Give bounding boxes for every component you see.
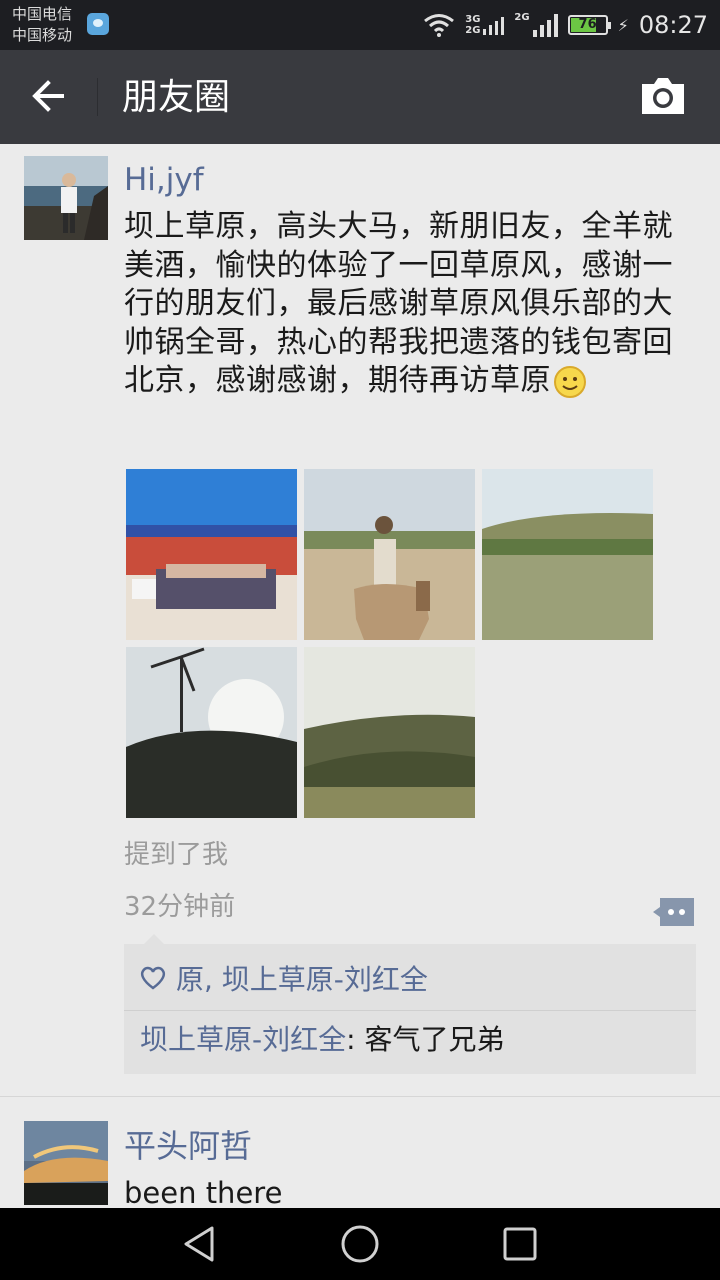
title-divider — [97, 78, 98, 116]
photo-1[interactable] — [126, 469, 297, 640]
circle-home-icon — [341, 1225, 379, 1263]
likes-row: 原, 坝上草原-刘红全 — [140, 958, 428, 998]
camera-button[interactable] — [638, 74, 688, 118]
status-indicators: 3G 2G 2G 76 ⚡ 08:27 — [423, 0, 708, 50]
status-bar: 中国电信 中国移动 3G 2G 2G 76 ⚡ 08:27 — [0, 0, 720, 50]
likes-names[interactable]: 原, 坝上草原-刘红全 — [176, 958, 428, 998]
battery-level: 76 — [578, 17, 597, 32]
back-button[interactable] — [26, 72, 74, 120]
avatar[interactable] — [24, 1121, 108, 1205]
photo-4[interactable] — [126, 647, 297, 818]
post-text: been there — [124, 1176, 283, 1210]
system-nav-bar — [0, 1208, 720, 1280]
nav-back-button[interactable] — [176, 1220, 224, 1268]
mention-label: 提到了我 — [124, 840, 229, 870]
signal-icon — [482, 14, 505, 36]
nav-home-button[interactable] — [336, 1220, 384, 1268]
comment-separator: : — [346, 1023, 365, 1056]
post-author[interactable]: Hi,jyf — [124, 160, 204, 200]
moment-post: 平头阿哲 been there — [0, 1097, 720, 1217]
post-text: 坝上草原，高头大马，新朋旧友，全羊就美酒，愉快的体验了一回草原风，感谢一行的朋友… — [124, 208, 684, 401]
carrier-info: 中国电信 中国移动 — [12, 4, 72, 46]
battery-tip — [607, 22, 611, 29]
carrier-2: 中国移动 — [12, 26, 73, 44]
box-divider — [124, 1010, 696, 1011]
network-label-2: 2G — [465, 25, 481, 36]
carrier-1: 中国电信 — [12, 5, 73, 23]
smiley-icon — [554, 365, 586, 398]
network-label-3: 2G — [514, 12, 530, 23]
charging-icon: ⚡ — [617, 15, 629, 35]
battery-icon: 76 — [567, 15, 611, 35]
title-bar: 朋友圈 — [0, 50, 720, 144]
heart-icon — [140, 966, 166, 990]
comment-row[interactable]: 坝上草原-刘红全: 客气了兄弟 — [140, 1020, 504, 1060]
notification-app-icon — [87, 13, 109, 35]
post-author[interactable]: 平头阿哲 — [124, 1125, 252, 1167]
comment-button[interactable] — [652, 896, 696, 928]
post-timestamp: 32分钟前 — [124, 892, 236, 922]
network-label-1: 3G — [465, 14, 481, 25]
signal-group-2: 2G — [514, 12, 558, 38]
moment-post: Hi,jyf 坝上草原，高头大马，新朋旧友，全羊就美酒，愉快的体验了一回草原风，… — [0, 144, 720, 1097]
post-text-content: 坝上草原，高头大马，新朋旧友，全羊就美酒，愉快的体验了一回草原风，感谢一行的朋友… — [124, 209, 673, 398]
nav-recents-button[interactable] — [496, 1220, 544, 1268]
photo-2[interactable] — [304, 469, 475, 640]
camera-icon — [642, 78, 684, 114]
comment-dots-icon — [653, 898, 694, 926]
photo-5[interactable] — [304, 647, 475, 818]
comment-text: 客气了兄弟 — [364, 1023, 505, 1056]
square-recents-icon — [503, 1227, 537, 1261]
clock: 08:27 — [638, 11, 708, 39]
avatar[interactable] — [24, 156, 108, 240]
photo-3[interactable] — [482, 469, 653, 640]
box-caret — [144, 934, 164, 944]
wifi-icon — [423, 13, 455, 37]
likes-comments-box: 原, 坝上草原-刘红全 坝上草原-刘红全: 客气了兄弟 — [124, 934, 696, 1074]
signal-group-1: 3G 2G — [465, 14, 505, 36]
triangle-back-icon — [184, 1226, 214, 1262]
signal-icon-2 — [532, 12, 558, 38]
arrow-left-icon — [32, 80, 64, 112]
page-title: 朋友圈 — [122, 77, 231, 118]
moments-feed[interactable]: Hi,jyf 坝上草原，高头大马，新朋旧友，全羊就美酒，愉快的体验了一回草原风，… — [0, 144, 720, 1217]
comment-author[interactable]: 坝上草原-刘红全 — [140, 1023, 346, 1056]
network-labels: 3G 2G — [465, 14, 480, 36]
